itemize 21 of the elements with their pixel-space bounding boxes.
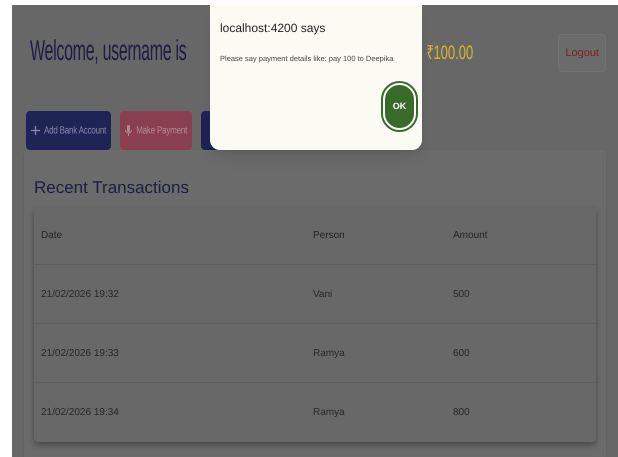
column-header: Person [313,229,346,243]
table-cell-text: 21/02/2026 19:33 [41,346,120,360]
table-cell-text: Ramya [313,406,346,420]
ok-button[interactable]: OK [383,83,416,130]
table-cell-text: Vani [313,288,334,302]
dialog-title: localhost:4200 says [220,20,326,37]
column-header: Date [41,229,64,243]
make-payment-button[interactable]: Make Payment [120,111,192,150]
plus-icon [31,126,40,135]
table-cell-text: 21/02/2026 19:32 [41,288,120,302]
microphone-icon [125,125,132,136]
add-bank-account-button[interactable]: Add Bank Account [26,111,112,150]
table-cell-text: 21/02/2026 19:34 [41,406,120,420]
balance-amount: ₹100.00 [426,40,474,66]
welcome-heading: Welcome, username is [30,36,186,70]
table-cell-text: 600 [453,346,471,360]
column-header: Amount [453,229,488,243]
table-cell-text: 500 [453,288,471,302]
table-cell-text: Ramya [313,346,346,360]
section-title: Recent Transactions [34,177,190,199]
table-cell-text: 800 [453,406,471,420]
